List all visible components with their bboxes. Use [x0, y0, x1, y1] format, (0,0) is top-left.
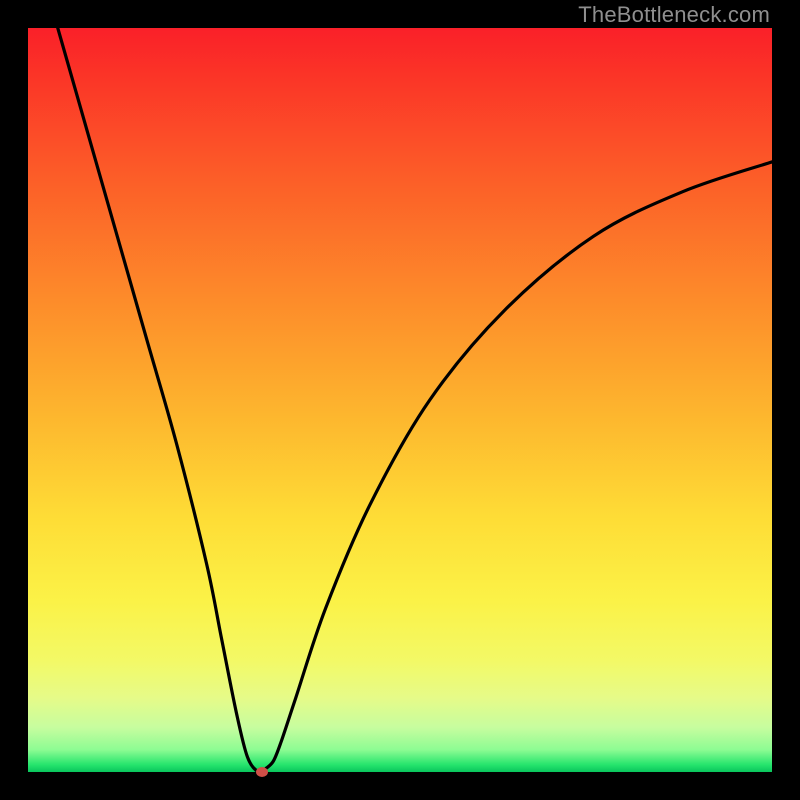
watermark-text: TheBottleneck.com — [578, 2, 770, 28]
optimum-marker — [256, 767, 268, 777]
outer-frame: TheBottleneck.com — [0, 0, 800, 800]
bottleneck-curve — [28, 28, 772, 772]
plot-area — [28, 28, 772, 772]
